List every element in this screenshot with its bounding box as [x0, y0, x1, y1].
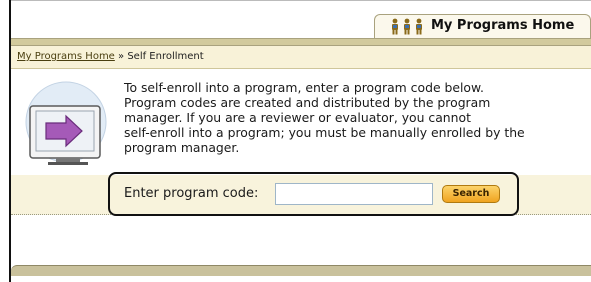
breadcrumb-home-link[interactable]: My Programs Home — [17, 51, 115, 62]
breadcrumb-separator: » — [114, 51, 128, 62]
tab-my-programs-home[interactable]: My Programs Home — [374, 14, 591, 38]
intro-line: To self-enroll into a program, enter a p… — [124, 80, 484, 95]
frame-top-border — [9, 0, 591, 1]
intro-text: To self-enroll into a program, enter a p… — [124, 80, 586, 155]
intro-line: manager. If you are a reviewer or evalua… — [124, 110, 471, 125]
search-button[interactable]: Search — [442, 185, 500, 203]
people-icon — [392, 18, 422, 35]
intro-line: self-enroll into a program; you must be … — [124, 125, 525, 140]
breadcrumb-current: Self Enrollment — [127, 51, 204, 62]
footer-bar — [11, 265, 591, 276]
program-code-label: Enter program code: — [124, 186, 259, 201]
intro-line: program manager. — [124, 140, 240, 155]
breadcrumb: My Programs Home » Self Enrollment — [11, 46, 591, 69]
monitor-arrow-icon — [25, 81, 107, 165]
intro-line: Program codes are created and distribute… — [124, 95, 491, 110]
program-code-input[interactable] — [275, 183, 433, 205]
tab-label: My Programs Home — [431, 18, 575, 33]
header-strip — [11, 38, 591, 46]
